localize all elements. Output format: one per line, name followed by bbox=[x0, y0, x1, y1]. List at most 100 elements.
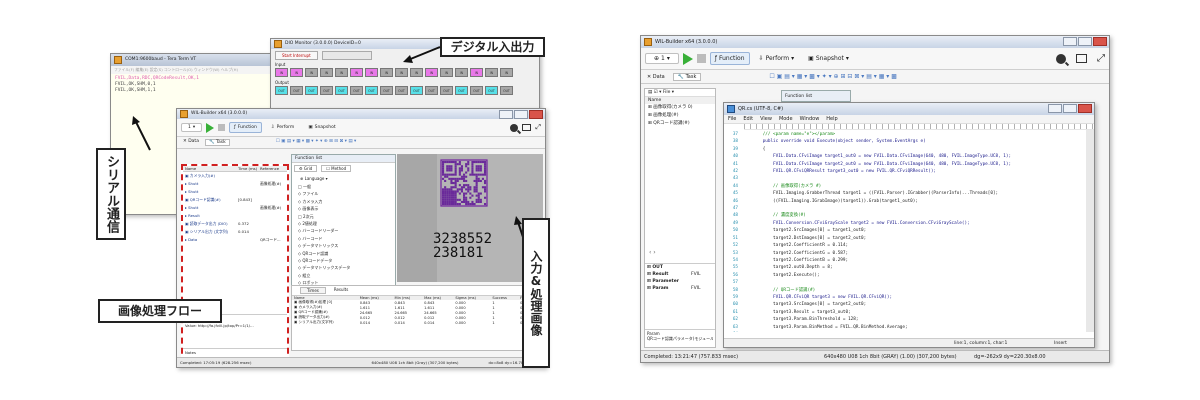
perform-label-right: Perform bbox=[765, 55, 790, 62]
code-line: 49 FVIL.Conversion.CFviGrayScale target2… bbox=[726, 220, 1084, 227]
code-text: public override void Execute(object send… bbox=[742, 139, 926, 145]
line-number: 55 bbox=[732, 265, 738, 271]
code-line: 62 target3.Param.BinThreshold = 128; bbox=[726, 316, 1084, 323]
property-value: FVIL bbox=[691, 272, 701, 277]
maximize-icon[interactable] bbox=[1063, 104, 1077, 113]
left-figure: COM1:9600baud - Tera Term VT ファイル(F) 編集(… bbox=[0, 0, 600, 400]
code-text: target2.out0.Depth = 8; bbox=[742, 265, 833, 271]
line-number: 44 bbox=[732, 183, 738, 189]
code-line: 47 bbox=[726, 205, 1084, 212]
code-text: FVIL.QR.CFviQRResult target3_out0 = new … bbox=[742, 169, 937, 175]
param-section-right: Param QRコード認識パラメータ(モジュール) bbox=[645, 329, 715, 347]
code-line: 40 FVIL.Data.CFviImage target1_out0 = ne… bbox=[726, 153, 1084, 160]
tab-data-right[interactable]: ✕ Data bbox=[647, 74, 665, 80]
property-row[interactable]: ⊞ Result FVIL bbox=[645, 271, 715, 278]
tree-nav: ‹ › bbox=[649, 249, 656, 256]
line-number: 57 bbox=[732, 280, 738, 286]
function-button-right[interactable]: ƒ Function bbox=[709, 52, 750, 65]
code-text: ((FVIL.Imaging.IGrabImage)(target1)).Gra… bbox=[742, 198, 918, 204]
line-number: 51 bbox=[732, 235, 738, 241]
editor-cursor-status: line:1, column:1, char:1 bbox=[954, 341, 1008, 346]
run-icon[interactable] bbox=[682, 52, 693, 65]
line-number: 50 bbox=[732, 228, 738, 234]
line-number: 49 bbox=[732, 220, 738, 226]
code-text: FVIL.Imaging.GrabberThread target1 = ((F… bbox=[742, 191, 999, 197]
right-figure: WIL-Builder x64 (3.0.0.0) ⊕ 1 ▾ ƒ Functi… bbox=[640, 35, 1110, 365]
file-menu[interactable]: File bbox=[663, 90, 671, 95]
editor-menu-item[interactable]: Window bbox=[800, 116, 820, 122]
editor-menu-item[interactable]: View bbox=[760, 116, 772, 122]
property-row[interactable]: ⊞ Parameter bbox=[645, 278, 715, 285]
param-value-right: QRコード認識パラメータ(モジュール) bbox=[647, 336, 713, 341]
minimize-icon[interactable] bbox=[1048, 104, 1062, 113]
line-number: 62 bbox=[732, 317, 738, 323]
code-line: 51 target2.DstImages[0] = target2_out0; bbox=[726, 235, 1084, 242]
code-editor-window: QR.cs (UTF-8, C#) File Edit View Mode Window… bbox=[723, 102, 1095, 348]
property-row[interactable]: ⊞ Param FVIL bbox=[645, 285, 715, 292]
code-area[interactable]: 37 /// <param name="e"></param> 38 public… bbox=[724, 130, 1094, 332]
line-number: 52 bbox=[732, 243, 738, 249]
snapshot-label-right: Snapshot bbox=[815, 55, 844, 62]
line-number: 46 bbox=[732, 198, 738, 204]
callout-serial-text: シリアル通信 bbox=[104, 155, 119, 233]
line-number: 41 bbox=[732, 161, 738, 167]
line-number: 59 bbox=[732, 294, 738, 300]
close-icon[interactable] bbox=[1078, 104, 1092, 113]
count-select-right[interactable]: ⊕ 1 ▾ bbox=[645, 53, 679, 64]
code-line: 43 bbox=[726, 175, 1084, 182]
code-line: 44 // 画像取得(カメラ #) bbox=[726, 183, 1084, 190]
flow-tree-panel: ▤ ☑ ▾ File ▾ Name ⊞ 画像取得(カメラ 0) ⊞ 画像処理(#)… bbox=[644, 88, 716, 348]
code-line: 63 target3.Param.BinMethod = FVIL.QR.Bin… bbox=[726, 324, 1084, 331]
line-number: 58 bbox=[732, 287, 738, 293]
property-key: ⊞ Param bbox=[647, 286, 669, 291]
code-line: 54 target2.CoefficientB = 0.299; bbox=[726, 257, 1084, 264]
line-number: 61 bbox=[732, 309, 738, 315]
editor-menu-item[interactable]: Mode bbox=[779, 116, 793, 122]
editor-icon bbox=[727, 105, 735, 113]
code-line: 52 target2.CoefficientR = 0.114; bbox=[726, 242, 1084, 249]
line-number: 45 bbox=[732, 191, 738, 197]
function-list-tab-right: Function list bbox=[781, 90, 851, 102]
callout-image-flow: 画像処理フロー bbox=[98, 299, 222, 323]
code-line: 58 // QRコード認識(#) bbox=[726, 287, 1084, 294]
code-text: target3.Param.BinThreshold = 128; bbox=[742, 317, 859, 323]
tree-item[interactable]: ⊞ 画像処理(#) bbox=[648, 112, 715, 120]
code-line: 64 bbox=[726, 331, 1084, 333]
code-text: FVIL.Data.CFviImage target1_out0 = new F… bbox=[742, 154, 1012, 160]
editor-title-bar: QR.cs (UTF-8, C#) bbox=[724, 103, 1094, 115]
property-key: ⊞ Result bbox=[647, 272, 669, 277]
close-icon[interactable] bbox=[1093, 37, 1107, 46]
editor-title: QR.cs (UTF-8, C#) bbox=[738, 106, 784, 112]
code-text: target2.CoefficientR = 0.114; bbox=[742, 243, 849, 249]
stop-icon[interactable] bbox=[696, 54, 706, 63]
function-list-label-right[interactable]: Function list bbox=[785, 94, 812, 99]
search-icon[interactable] bbox=[1056, 53, 1066, 64]
line-number: 63 bbox=[732, 324, 738, 330]
code-text: FVIL.Conversion.CFviGrayScale target2 = … bbox=[742, 220, 970, 226]
snapshot-button-right[interactable]: ▣ Snapshot ▾ bbox=[803, 52, 854, 65]
status-completed-right: Completed: 13:21:47 (757.833 msec) bbox=[644, 354, 739, 360]
expand-icon[interactable]: ⤢ bbox=[1097, 53, 1105, 64]
screen-icon[interactable] bbox=[1076, 54, 1087, 63]
tree-item[interactable]: ⊞ QRコード認識(#) bbox=[648, 120, 715, 128]
code-line: 45 FVIL.Imaging.GrabberThread target1 = … bbox=[726, 190, 1084, 197]
minimize-icon[interactable] bbox=[1063, 37, 1077, 46]
wil-right-tab-row: ✕ Data 🔧 Task ☐ ▣ ▤ ▾ ▦ ▾ ▩ ▾ ✦ ▾ ⊕ ⊞ ⊟ … bbox=[641, 70, 1109, 84]
maximize-icon[interactable] bbox=[1078, 37, 1092, 46]
code-text: target2.DstImages[0] = target2_out0; bbox=[742, 235, 867, 241]
editor-menu-item[interactable]: Edit bbox=[743, 116, 753, 122]
property-key: ⊞ Parameter bbox=[647, 279, 679, 284]
editor-menu-item[interactable]: Help bbox=[826, 116, 837, 122]
line-number: 43 bbox=[732, 176, 738, 182]
tab-task-right[interactable]: 🔧 Task bbox=[672, 72, 702, 81]
property-row[interactable]: ⊞ OUT bbox=[645, 264, 715, 271]
code-line: 57 bbox=[726, 279, 1084, 286]
tab-task-right-label: Task bbox=[685, 73, 697, 80]
code-text: target3.SrcImages[0] = target2_out0; bbox=[742, 302, 867, 308]
line-number: 48 bbox=[732, 213, 738, 219]
code-line: 37 /// <param name="e"></param> bbox=[726, 131, 1084, 138]
tree-item[interactable]: ⊞ 画像取得(カメラ 0) bbox=[648, 104, 715, 112]
perform-button-right[interactable]: ⇩ Perform ▾ bbox=[754, 52, 800, 65]
editor-menu-item[interactable]: File bbox=[728, 116, 736, 122]
editor-window-controls bbox=[1048, 104, 1092, 113]
